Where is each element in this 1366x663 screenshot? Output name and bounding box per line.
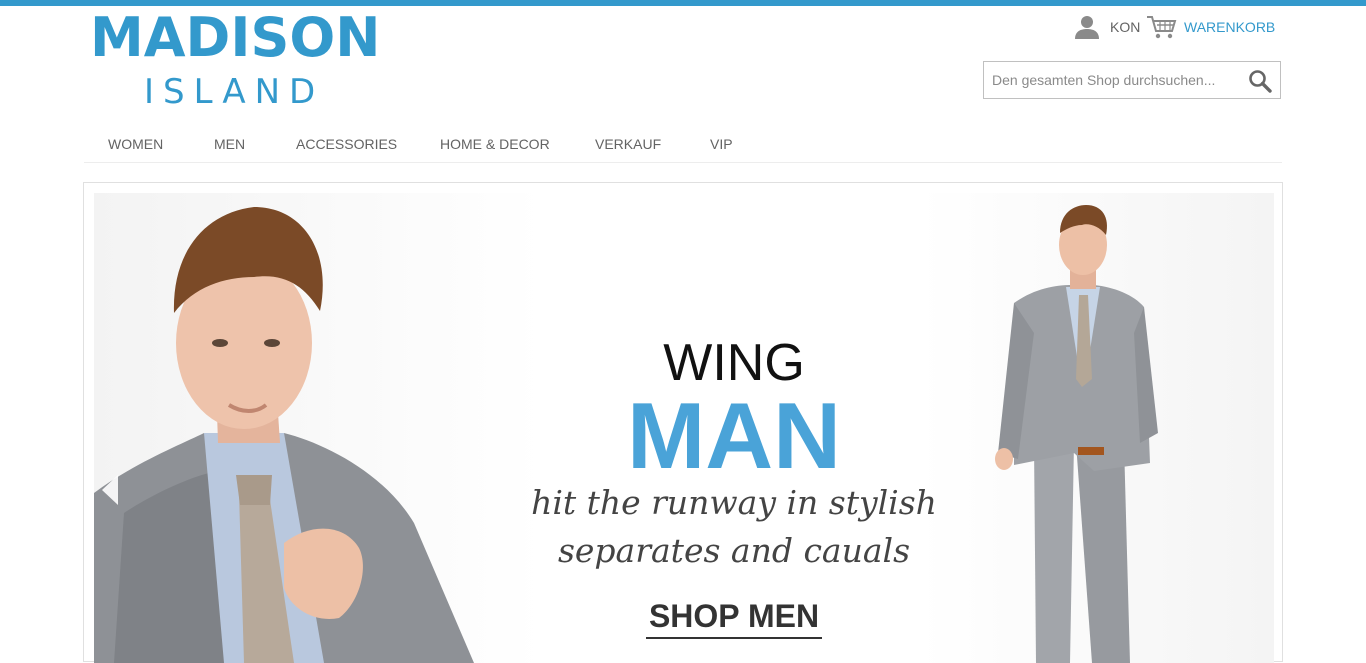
nav-item-men[interactable]: MEN xyxy=(214,136,245,152)
model-full-suit-image xyxy=(995,205,1158,663)
cart-link[interactable]: WARENKORB xyxy=(1146,14,1275,40)
logo-main-text: MADISON xyxy=(90,6,381,69)
nav-item-home-decor[interactable]: HOME & DECOR xyxy=(440,136,550,152)
shop-men-button[interactable]: SHOP MEN xyxy=(646,597,822,639)
nav-item-accessories[interactable]: ACCESSORIES xyxy=(296,136,397,152)
hero-tagline-line-2: separates and cauals xyxy=(557,531,911,570)
model-closeup-image xyxy=(94,207,474,663)
logo-sub-text: ISLAND xyxy=(144,72,325,112)
hero-tagline-line-1: hit the runway in stylish xyxy=(531,483,937,522)
hero-banner: WING MAN hit the runway in stylish separ… xyxy=(94,193,1274,663)
site-logo[interactable]: MADISON ISLAND xyxy=(90,6,381,113)
nav-item-verkauf[interactable]: VERKAUF xyxy=(595,136,661,152)
main-navigation: WOMEN MEN ACCESSORIES HOME & DECOR VERKA… xyxy=(84,130,1282,163)
search-input[interactable] xyxy=(984,62,1240,98)
shopping-cart-icon xyxy=(1147,16,1177,39)
person-icon xyxy=(1075,16,1099,39)
account-label: KON xyxy=(1110,19,1141,35)
cart-label: WARENKORB xyxy=(1184,19,1276,35)
search-icon[interactable] xyxy=(1248,69,1272,93)
chevron-left-icon[interactable] xyxy=(102,475,118,505)
hero-headline-man: MAN xyxy=(626,383,842,488)
nav-item-vip[interactable]: VIP xyxy=(710,136,733,152)
nav-item-women[interactable]: WOMEN xyxy=(108,136,163,152)
account-link[interactable]: KON xyxy=(1074,14,1140,40)
hero-tagline: hit the runway in stylish separates and … xyxy=(514,479,954,575)
search-box xyxy=(983,61,1281,99)
